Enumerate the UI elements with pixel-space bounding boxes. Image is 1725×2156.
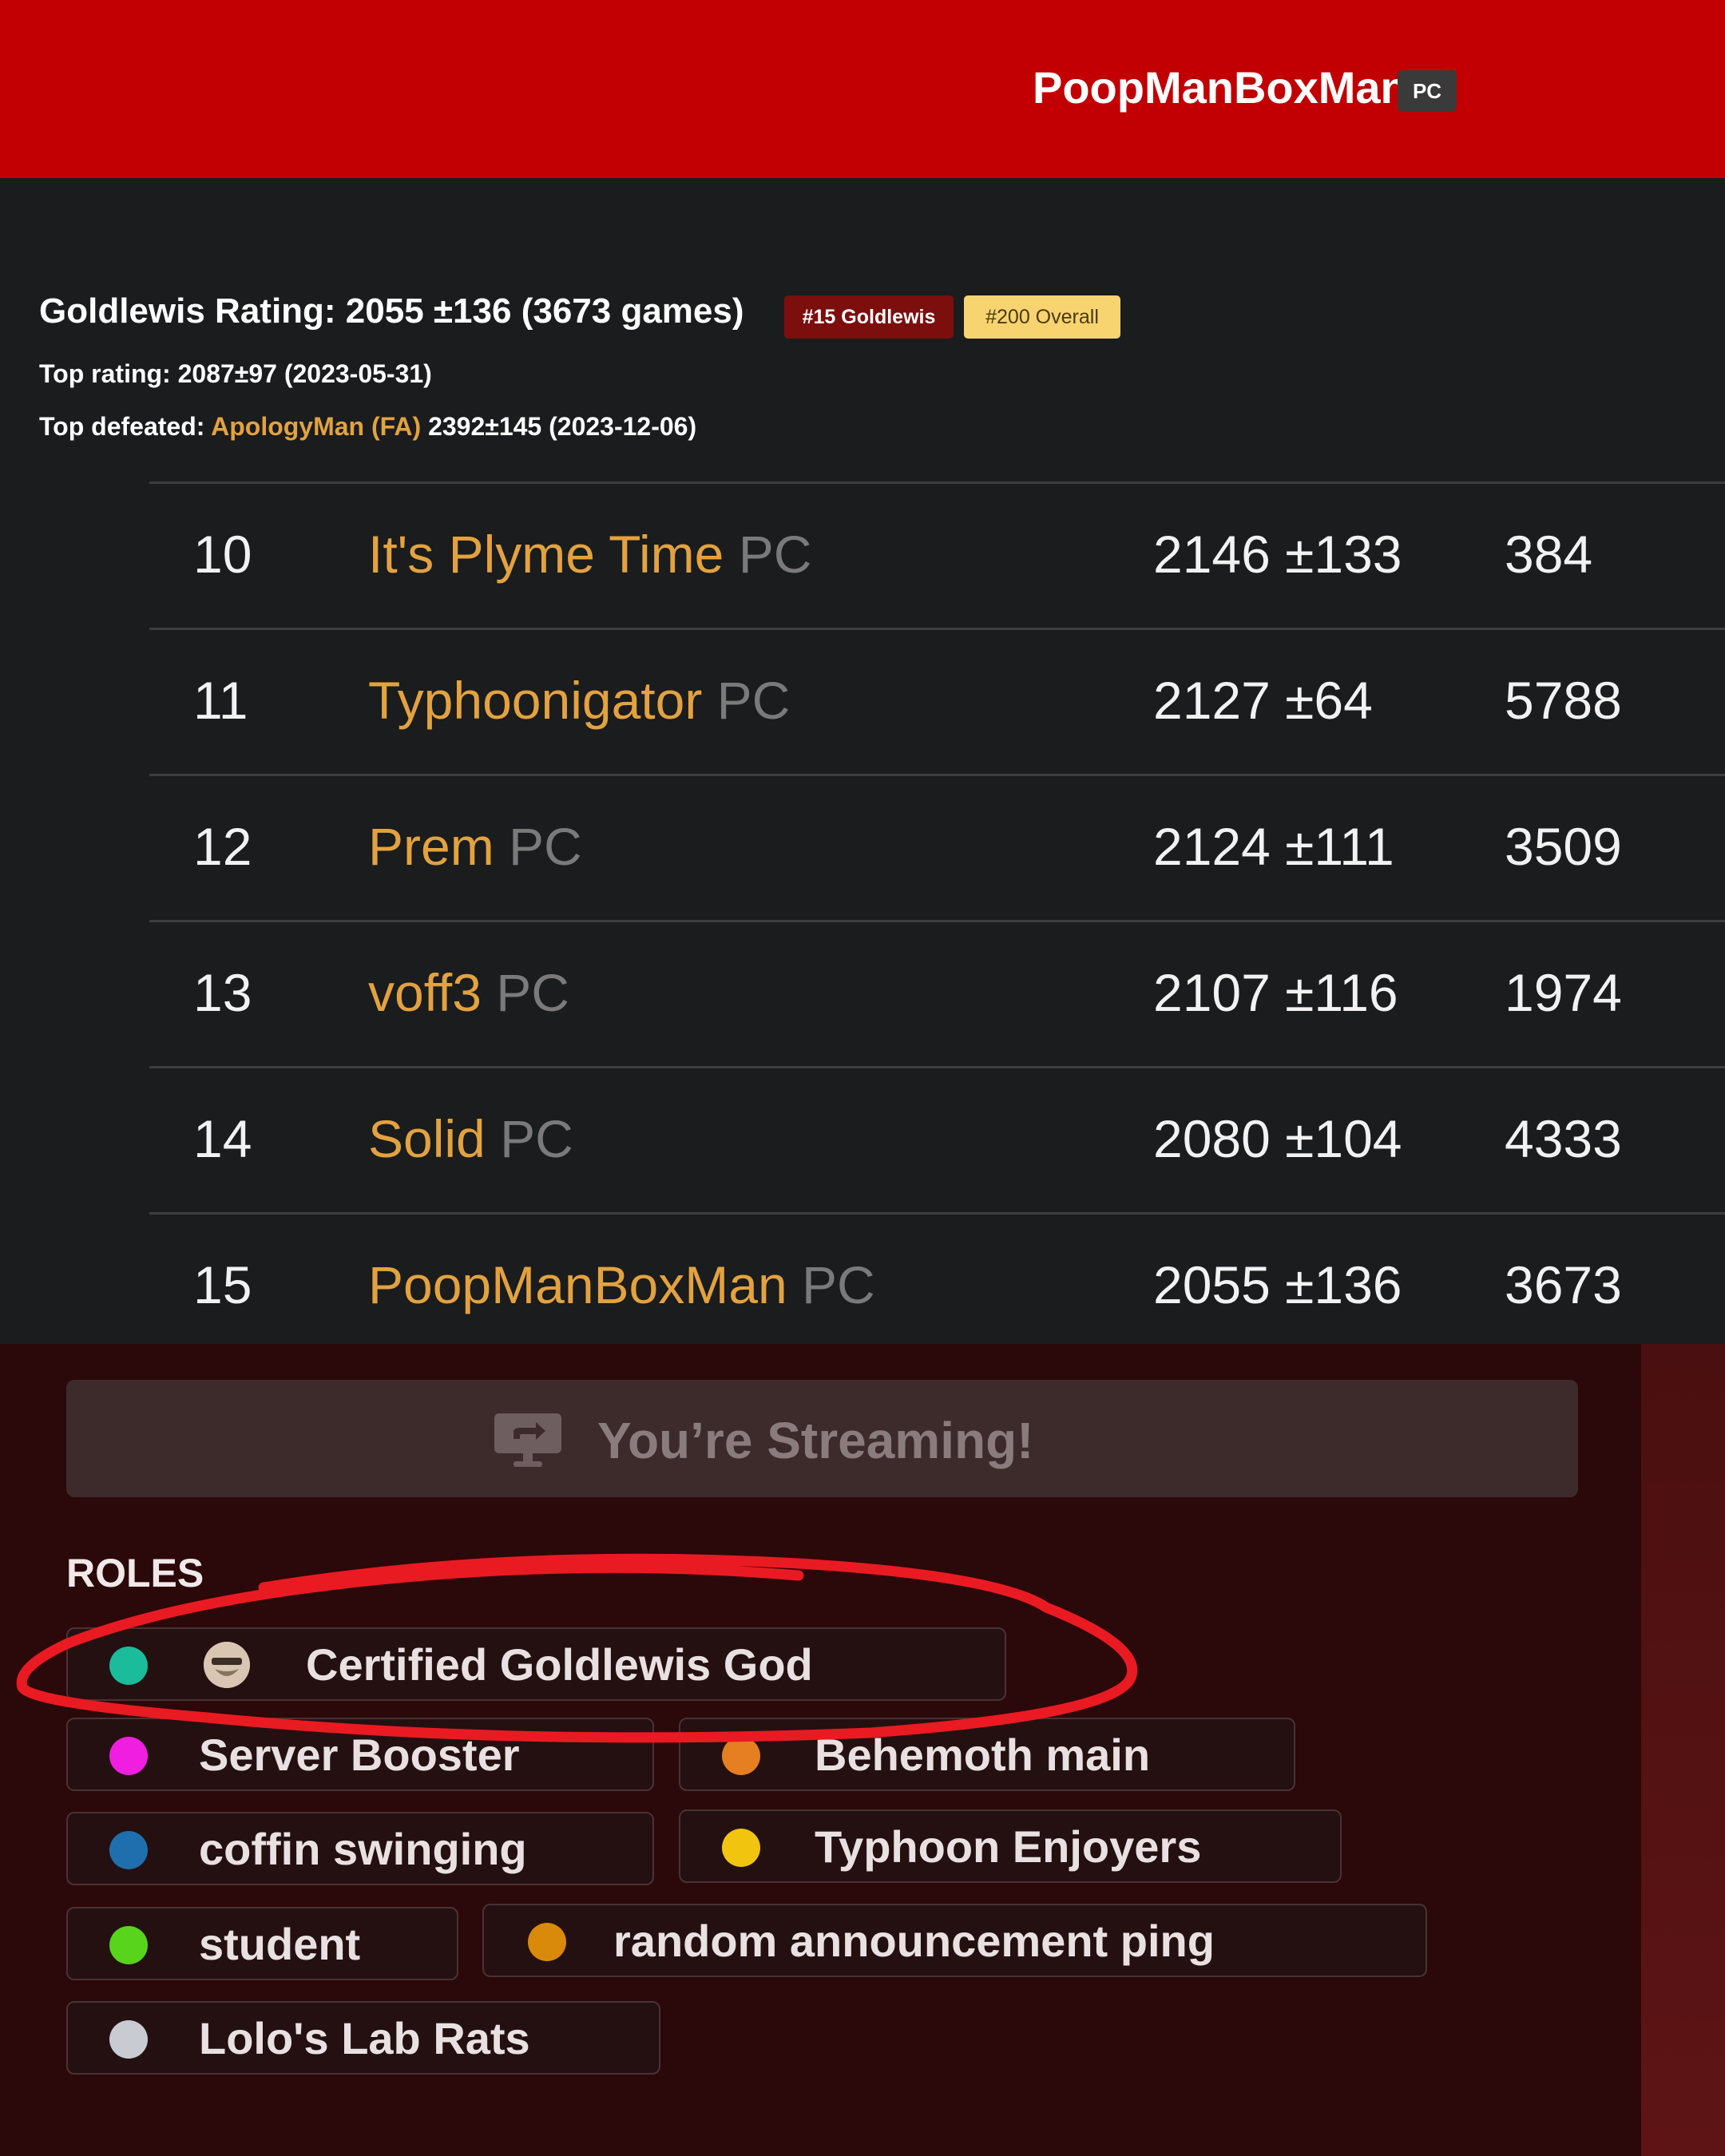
role-pill[interactable]: Server Booster xyxy=(66,1718,654,1791)
row-rating: 2080 ±104 xyxy=(1153,1109,1402,1168)
row-player-name[interactable]: Typhoonigator xyxy=(368,671,702,730)
discord-profile-panel: You’re Streaming! ROLES Certified Goldle… xyxy=(0,1344,1725,2156)
role-label: Typhoon Enjoyers xyxy=(815,1821,1202,1872)
row-player-name[interactable]: Prem xyxy=(368,817,494,876)
table-row: 13 voff3 PC 2107 ±116 1974 xyxy=(149,920,1725,1066)
role-color-dot xyxy=(109,1647,148,1685)
character-rating: Goldlewis Rating: 2055 ±136 (3673 games) xyxy=(39,291,744,331)
role-label: Certified Goldlewis God xyxy=(306,1639,813,1690)
row-player-link[interactable]: Solid PC xyxy=(368,1108,573,1169)
table-row: 11 Typhoonigator PC 2127 ±64 5788 xyxy=(149,628,1725,774)
role-pill[interactable]: Certified Goldlewis God xyxy=(66,1627,1006,1701)
role-label: random announcement ping xyxy=(613,1916,1215,1966)
top-defeated-player-link[interactable]: ApologyMan (FA) xyxy=(211,412,421,441)
row-games: 384 xyxy=(1505,525,1593,584)
top-rating-line: Top rating: 2087±97 (2023-05-31) xyxy=(39,359,432,389)
side-strip xyxy=(1641,1344,1725,2156)
row-platform: PC xyxy=(500,1109,573,1168)
role-color-dot xyxy=(109,1831,148,1869)
role-color-dot xyxy=(109,2020,148,2059)
row-player-link[interactable]: Prem PC xyxy=(368,816,582,877)
row-rating: 2124 ±111 xyxy=(1153,817,1394,876)
role-color-dot xyxy=(722,1829,760,1867)
row-rank: 13 xyxy=(193,963,252,1022)
row-rank: 10 xyxy=(193,525,252,584)
row-player-link[interactable]: voff3 PC xyxy=(368,962,569,1023)
leaderboard-table: 10 It's Plyme Time PC 2146 ±133 384 11 T… xyxy=(149,482,1725,1358)
role-label: Lolo's Lab Rats xyxy=(199,2013,530,2063)
role-color-dot xyxy=(109,1737,148,1775)
role-color-dot xyxy=(722,1737,760,1775)
row-games: 5788 xyxy=(1505,671,1622,730)
platform-badge: PC xyxy=(1398,70,1457,112)
streaming-banner[interactable]: You’re Streaming! xyxy=(66,1380,1578,1497)
role-pill[interactable]: Lolo's Lab Rats xyxy=(66,2001,660,2075)
role-color-dot xyxy=(528,1923,566,1961)
streaming-banner-text: You’re Streaming! xyxy=(597,1412,1034,1469)
roles-heading: ROLES xyxy=(66,1551,204,1595)
rating-panel: Goldlewis Rating: 2055 ±136 (3673 games)… xyxy=(0,178,1725,1344)
row-player-link[interactable]: PoopManBoxMan PC xyxy=(368,1254,875,1315)
table-row: 10 It's Plyme Time PC 2146 ±133 384 xyxy=(149,482,1725,628)
role-pill[interactable]: Behemoth main xyxy=(679,1718,1295,1791)
row-player-name[interactable]: voff3 xyxy=(368,963,482,1022)
row-player-name[interactable]: Solid xyxy=(368,1109,486,1168)
row-player-link[interactable]: Typhoonigator PC xyxy=(368,670,790,731)
row-games: 3509 xyxy=(1505,817,1622,876)
role-pill[interactable]: random announcement ping xyxy=(482,1904,1427,1977)
row-games: 3673 xyxy=(1505,1255,1622,1314)
top-rating-value: 2087±97 (2023-05-31) xyxy=(177,359,432,388)
player-name-title: PoopManBoxMan xyxy=(1033,62,1408,113)
table-row: 12 Prem PC 2124 ±111 3509 xyxy=(149,774,1725,920)
page-header: PoopManBoxMan PC xyxy=(0,0,1725,178)
row-rank: 11 xyxy=(193,671,248,730)
top-rating-label: Top rating: xyxy=(39,359,171,388)
role-label: student xyxy=(199,1919,361,1969)
role-pill[interactable]: coffin swinging xyxy=(66,1812,654,1885)
row-rating: 2107 ±116 xyxy=(1153,963,1398,1022)
row-rank: 15 xyxy=(193,1255,252,1314)
table-row: 14 Solid PC 2080 ±104 4333 xyxy=(149,1066,1725,1212)
role-label: coffin swinging xyxy=(199,1824,527,1874)
stream-screen-icon xyxy=(494,1413,561,1467)
row-platform: PC xyxy=(802,1255,875,1314)
row-platform: PC xyxy=(509,817,582,876)
top-defeated-value: 2392±145 (2023-12-06) xyxy=(428,412,697,441)
row-rating: 2127 ±64 xyxy=(1153,671,1373,730)
row-rank: 14 xyxy=(193,1109,252,1168)
row-player-link[interactable]: It's Plyme Time PC xyxy=(368,524,811,585)
row-player-name[interactable]: It's Plyme Time xyxy=(368,525,724,584)
row-rank: 12 xyxy=(193,817,252,876)
row-platform: PC xyxy=(496,963,569,1022)
overall-rank-tag[interactable]: #200 Overall xyxy=(964,295,1120,339)
table-row: 15 PoopManBoxMan PC 2055 ±136 3673 xyxy=(149,1212,1725,1358)
row-platform: PC xyxy=(738,525,812,584)
bearded-face-icon xyxy=(204,1642,250,1688)
role-color-dot xyxy=(109,1926,148,1964)
row-games: 1974 xyxy=(1505,963,1622,1022)
character-rank-tag[interactable]: #15 Goldlewis xyxy=(784,295,954,339)
top-defeated-line: Top defeated: ApologyMan (FA) 2392±145 (… xyxy=(39,412,696,442)
top-defeated-label: Top defeated: xyxy=(39,412,205,441)
row-platform: PC xyxy=(716,671,791,730)
row-rating: 2055 ±136 xyxy=(1153,1255,1402,1314)
role-emoji-icon xyxy=(204,1642,250,1688)
row-rating: 2146 ±133 xyxy=(1153,525,1402,584)
role-label: Server Booster xyxy=(199,1730,520,1780)
row-player-name[interactable]: PoopManBoxMan xyxy=(368,1255,787,1314)
role-pill[interactable]: Typhoon Enjoyers xyxy=(679,1809,1342,1883)
role-label: Behemoth main xyxy=(815,1730,1151,1780)
row-games: 4333 xyxy=(1505,1109,1622,1168)
role-pill[interactable]: student xyxy=(66,1907,458,1980)
